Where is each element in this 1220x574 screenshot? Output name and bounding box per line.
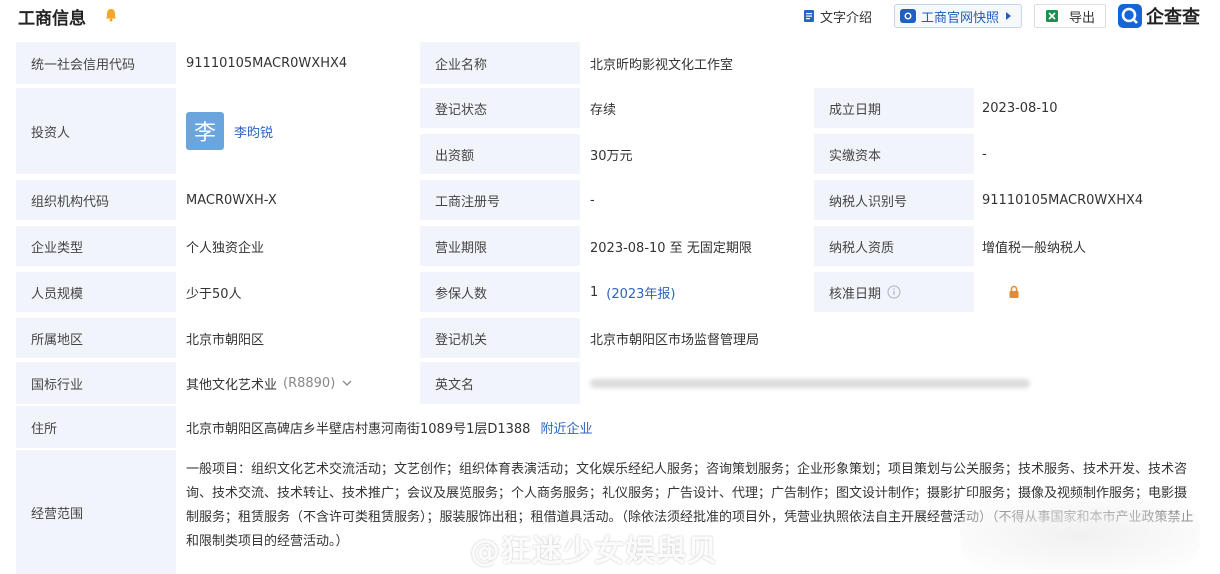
english-label: 英文名 xyxy=(420,362,580,404)
credit-code-value: 91110105MACR0WXHX4 xyxy=(186,55,348,71)
found-date-value: 2023-08-10 xyxy=(982,100,1058,116)
investor-label: 投资人 xyxy=(16,88,176,174)
export-label: 导出 xyxy=(1069,10,1096,26)
taxpayer-qual-value: 增值税一般纳税人 xyxy=(982,240,1087,256)
taxpayer-id-label: 纳税人识别号 xyxy=(814,180,974,220)
english-value xyxy=(576,362,1176,404)
approve-label: 核准日期 xyxy=(829,286,882,302)
lock-icon[interactable] xyxy=(1008,285,1020,299)
section-title: 工商信息 xyxy=(18,9,86,29)
insured-label: 参保人数 xyxy=(420,272,580,312)
paid-capital-value: - xyxy=(982,146,987,162)
industry-value: 其他文化艺术业 xyxy=(186,377,278,393)
capital-label: 出资额 xyxy=(420,134,580,174)
insured-cell: 1 (2023年报) xyxy=(576,272,816,312)
taxpayer-id-value: 91110105MACR0WXHX4 xyxy=(982,192,1144,208)
chevron-down-icon[interactable] xyxy=(341,377,353,389)
text-intro-button[interactable]: 文字介绍 xyxy=(802,4,872,28)
capital-value: 30万元 xyxy=(590,148,633,164)
reg-status-value: 存续 xyxy=(590,102,617,118)
staff-value: 少于50人 xyxy=(186,286,242,302)
company-name-value: 北京昕昀影视文化工作室 xyxy=(590,57,734,73)
watermark-text: @狂迷少女娱與贝 xyxy=(470,534,718,569)
org-code-value: MACR0WXH-X xyxy=(186,192,277,208)
qcc-logo-icon xyxy=(1118,4,1142,28)
biz-reg-label: 工商注册号 xyxy=(420,180,580,220)
snapshot-button[interactable]: 工商官网快照 xyxy=(894,4,1022,28)
brand-name: 企查查 xyxy=(1146,7,1200,28)
brand-logo[interactable]: 企查查 xyxy=(1118,3,1200,29)
english-blurred-bar xyxy=(590,378,1030,388)
bell-icon[interactable] xyxy=(104,8,118,22)
type-label: 企业类型 xyxy=(16,226,176,266)
investor-cell: 李 李昀锐 xyxy=(172,88,422,174)
region-label: 所属地区 xyxy=(16,318,176,358)
scope-label: 经营范围 xyxy=(16,450,176,574)
type-value: 个人独资企业 xyxy=(186,240,265,256)
credit-code-label: 统一社会信用代码 xyxy=(16,42,176,84)
blur-smudge xyxy=(960,500,1200,570)
insured-year-link[interactable]: (2023年报) xyxy=(606,283,675,302)
term-value: 2023-08-10 至 无固定期限 xyxy=(590,240,752,256)
industry-label: 国标行业 xyxy=(16,362,176,404)
term-label: 营业期限 xyxy=(420,226,580,266)
industry-code: (R8890) xyxy=(283,375,336,391)
found-date-label: 成立日期 xyxy=(814,88,974,128)
investor-link[interactable]: 李昀锐 xyxy=(234,122,273,141)
region-value: 北京市朝阳区 xyxy=(186,332,265,348)
approve-label-cell: 核准日期 xyxy=(814,272,974,312)
snapshot-label: 工商官网快照 xyxy=(921,10,1000,26)
address-value: 北京市朝阳区高碑店乡半壁店村惠河南街1089号1层D1388 xyxy=(186,421,531,437)
nearby-link[interactable]: 附近企业 xyxy=(540,418,592,437)
biz-reg-value: - xyxy=(590,192,595,208)
export-button[interactable]: 导出 xyxy=(1034,4,1106,28)
document-icon xyxy=(804,10,814,22)
text-intro-label: 文字介绍 xyxy=(820,10,873,26)
investor-avatar[interactable]: 李 xyxy=(186,112,224,150)
caret-right-icon xyxy=(1006,12,1012,20)
insured-value: 1 xyxy=(590,284,599,300)
industry-cell[interactable]: 其他文化艺术业 (R8890) xyxy=(172,362,422,404)
business-info-table: 统一社会信用代码 91110105MACR0WXHX4 企业名称 北京昕昀影视文… xyxy=(16,40,1212,574)
org-code-label: 组织机构代码 xyxy=(16,180,176,220)
taxpayer-qual-label: 纳税人资质 xyxy=(814,226,974,266)
paid-capital-label: 实缴资本 xyxy=(814,134,974,174)
address-cell: 北京市朝阳区高碑店乡半壁店村惠河南街1089号1层D1388 附近企业 xyxy=(172,406,1172,448)
address-label: 住所 xyxy=(16,406,176,448)
company-name-label: 企业名称 xyxy=(420,42,580,84)
camera-icon xyxy=(900,9,916,23)
approve-value xyxy=(968,272,1208,312)
authority-label: 登记机关 xyxy=(420,318,580,358)
excel-icon xyxy=(1046,10,1058,22)
reg-status-label: 登记状态 xyxy=(420,88,580,128)
section-header: 工商信息 文字介绍 工商官网快照 导出 企查查 xyxy=(0,0,1220,34)
staff-label: 人员规模 xyxy=(16,272,176,312)
authority-value: 北京市朝阳区市场监督管理局 xyxy=(590,332,760,348)
info-icon[interactable] xyxy=(887,285,901,299)
